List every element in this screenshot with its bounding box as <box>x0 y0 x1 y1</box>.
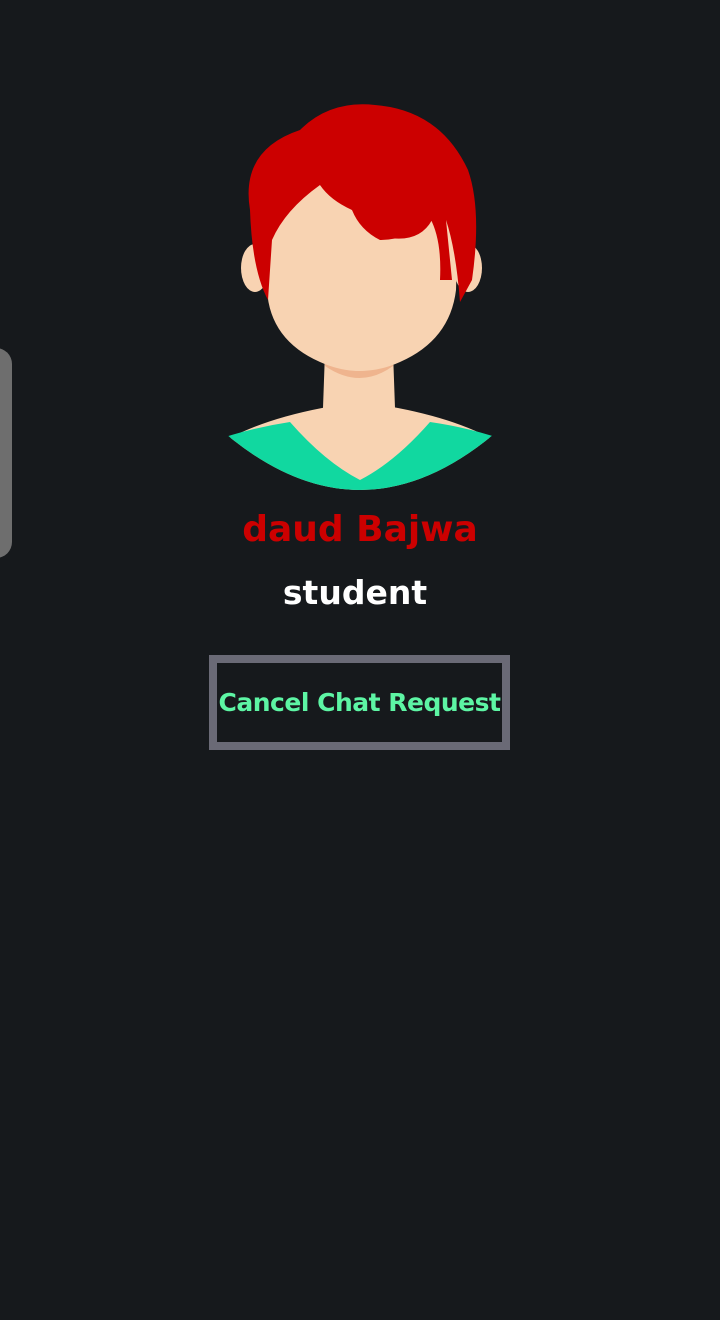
profile-avatar <box>210 90 510 500</box>
cancel-chat-request-button[interactable]: Cancel Chat Request <box>209 655 510 750</box>
user-status: student <box>282 573 428 612</box>
profile-screen: daud Bajwa student Cancel Chat Request <box>0 0 720 1320</box>
default-female-avatar-icon <box>210 104 510 490</box>
user-name: daud Bajwa <box>242 509 478 550</box>
